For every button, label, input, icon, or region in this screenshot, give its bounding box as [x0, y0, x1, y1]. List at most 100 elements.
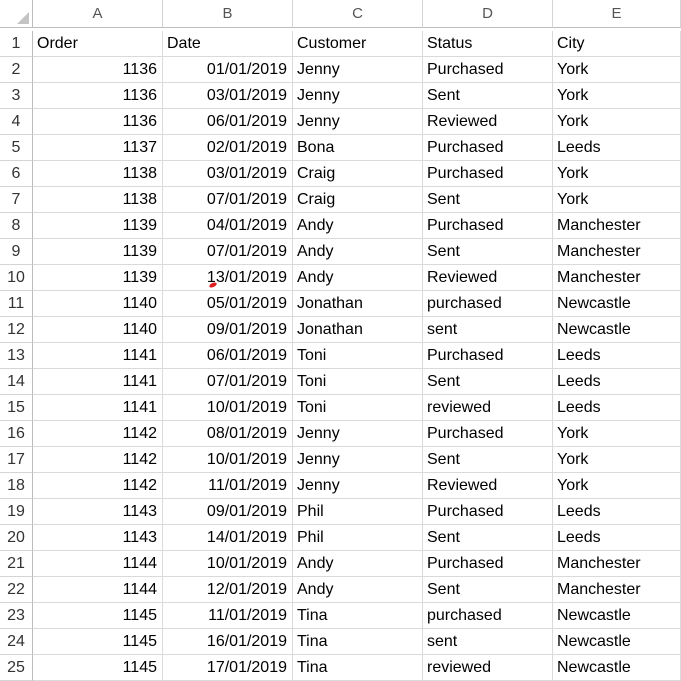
cell-d4[interactable]: Reviewed — [423, 109, 553, 135]
cell-a19[interactable]: 1143 — [33, 499, 163, 525]
cell-d10[interactable]: Reviewed — [423, 265, 553, 291]
cell-c17[interactable]: Jenny — [293, 447, 423, 473]
cell-a9[interactable]: 1139 — [33, 239, 163, 265]
cell-b18[interactable]: 11/01/2019 — [163, 473, 293, 499]
row-header-16[interactable]: 16 — [0, 421, 33, 447]
cell-a17[interactable]: 1142 — [33, 447, 163, 473]
cell-a22[interactable]: 1144 — [33, 577, 163, 603]
cell-a16[interactable]: 1142 — [33, 421, 163, 447]
cell-a4[interactable]: 1136 — [33, 109, 163, 135]
cell-c18[interactable]: Jenny — [293, 473, 423, 499]
cell-c9[interactable]: Andy — [293, 239, 423, 265]
cell-b1[interactable]: Date — [163, 31, 293, 57]
cell-d22[interactable]: Sent — [423, 577, 553, 603]
cell-d17[interactable]: Sent — [423, 447, 553, 473]
cell-b23[interactable]: 11/01/2019 — [163, 603, 293, 629]
cell-e23[interactable]: Newcastle — [553, 603, 681, 629]
select-all-corner[interactable] — [0, 0, 33, 28]
row-header-7[interactable]: 7 — [0, 187, 33, 213]
column-header-b[interactable]: B — [163, 0, 293, 28]
cell-e10[interactable]: Manchester — [553, 265, 681, 291]
cell-e12[interactable]: Newcastle — [553, 317, 681, 343]
column-header-a[interactable]: A — [33, 0, 163, 28]
cell-b9[interactable]: 07/01/2019 — [163, 239, 293, 265]
row-header-17[interactable]: 17 — [0, 447, 33, 473]
cell-a11[interactable]: 1140 — [33, 291, 163, 317]
cell-e21[interactable]: Manchester — [553, 551, 681, 577]
cell-e11[interactable]: Newcastle — [553, 291, 681, 317]
row-header-14[interactable]: 14 — [0, 369, 33, 395]
row-header-21[interactable]: 21 — [0, 551, 33, 577]
cell-d2[interactable]: Purchased — [423, 57, 553, 83]
cell-d9[interactable]: Sent — [423, 239, 553, 265]
cell-a2[interactable]: 1136 — [33, 57, 163, 83]
cell-e13[interactable]: Leeds — [553, 343, 681, 369]
cell-c24[interactable]: Tina — [293, 629, 423, 655]
cell-d12[interactable]: sent — [423, 317, 553, 343]
cell-c21[interactable]: Andy — [293, 551, 423, 577]
row-header-2[interactable]: 2 — [0, 57, 33, 83]
cell-c2[interactable]: Jenny — [293, 57, 423, 83]
cell-d6[interactable]: Purchased — [423, 161, 553, 187]
cell-c12[interactable]: Jonathan — [293, 317, 423, 343]
cell-d3[interactable]: Sent — [423, 83, 553, 109]
cell-c11[interactable]: Jonathan — [293, 291, 423, 317]
cell-b22[interactable]: 12/01/2019 — [163, 577, 293, 603]
cell-e15[interactable]: Leeds — [553, 395, 681, 421]
cell-e24[interactable]: Newcastle — [553, 629, 681, 655]
cell-d13[interactable]: Purchased — [423, 343, 553, 369]
cell-d14[interactable]: Sent — [423, 369, 553, 395]
column-header-c[interactable]: C — [293, 0, 423, 28]
cell-e4[interactable]: York — [553, 109, 681, 135]
row-header-5[interactable]: 5 — [0, 135, 33, 161]
cell-a10[interactable]: 1139 — [33, 265, 163, 291]
column-header-e[interactable]: E — [553, 0, 681, 28]
cell-c1[interactable]: Customer — [293, 31, 423, 57]
cell-e25[interactable]: Newcastle — [553, 655, 681, 681]
cell-e16[interactable]: York — [553, 421, 681, 447]
row-header-22[interactable]: 22 — [0, 577, 33, 603]
cell-a21[interactable]: 1144 — [33, 551, 163, 577]
cell-b10[interactable]: 13/01/2019 — [163, 265, 293, 291]
cell-e18[interactable]: York — [553, 473, 681, 499]
cell-e20[interactable]: Leeds — [553, 525, 681, 551]
cell-e17[interactable]: York — [553, 447, 681, 473]
cell-a7[interactable]: 1138 — [33, 187, 163, 213]
cell-d5[interactable]: Purchased — [423, 135, 553, 161]
cell-d8[interactable]: Purchased — [423, 213, 553, 239]
cell-d19[interactable]: Purchased — [423, 499, 553, 525]
row-header-23[interactable]: 23 — [0, 603, 33, 629]
cell-a23[interactable]: 1145 — [33, 603, 163, 629]
cell-b13[interactable]: 06/01/2019 — [163, 343, 293, 369]
cell-b12[interactable]: 09/01/2019 — [163, 317, 293, 343]
cell-a12[interactable]: 1140 — [33, 317, 163, 343]
cell-b19[interactable]: 09/01/2019 — [163, 499, 293, 525]
cell-c15[interactable]: Toni — [293, 395, 423, 421]
cell-d7[interactable]: Sent — [423, 187, 553, 213]
cell-d1[interactable]: Status — [423, 31, 553, 57]
cell-a18[interactable]: 1142 — [33, 473, 163, 499]
cell-b6[interactable]: 03/01/2019 — [163, 161, 293, 187]
cell-e8[interactable]: Manchester — [553, 213, 681, 239]
cell-c19[interactable]: Phil — [293, 499, 423, 525]
cell-c25[interactable]: Tina — [293, 655, 423, 681]
cell-e22[interactable]: Manchester — [553, 577, 681, 603]
cell-e3[interactable]: York — [553, 83, 681, 109]
cell-e5[interactable]: Leeds — [553, 135, 681, 161]
cell-b2[interactable]: 01/01/2019 — [163, 57, 293, 83]
cell-d18[interactable]: Reviewed — [423, 473, 553, 499]
cell-c7[interactable]: Craig — [293, 187, 423, 213]
cell-c13[interactable]: Toni — [293, 343, 423, 369]
cell-c8[interactable]: Andy — [293, 213, 423, 239]
row-header-24[interactable]: 24 — [0, 629, 33, 655]
cell-b17[interactable]: 10/01/2019 — [163, 447, 293, 473]
row-header-20[interactable]: 20 — [0, 525, 33, 551]
row-header-13[interactable]: 13 — [0, 343, 33, 369]
row-header-12[interactable]: 12 — [0, 317, 33, 343]
cell-a8[interactable]: 1139 — [33, 213, 163, 239]
row-header-6[interactable]: 6 — [0, 161, 33, 187]
cell-b4[interactable]: 06/01/2019 — [163, 109, 293, 135]
cell-c6[interactable]: Craig — [293, 161, 423, 187]
cell-c3[interactable]: Jenny — [293, 83, 423, 109]
cell-a6[interactable]: 1138 — [33, 161, 163, 187]
